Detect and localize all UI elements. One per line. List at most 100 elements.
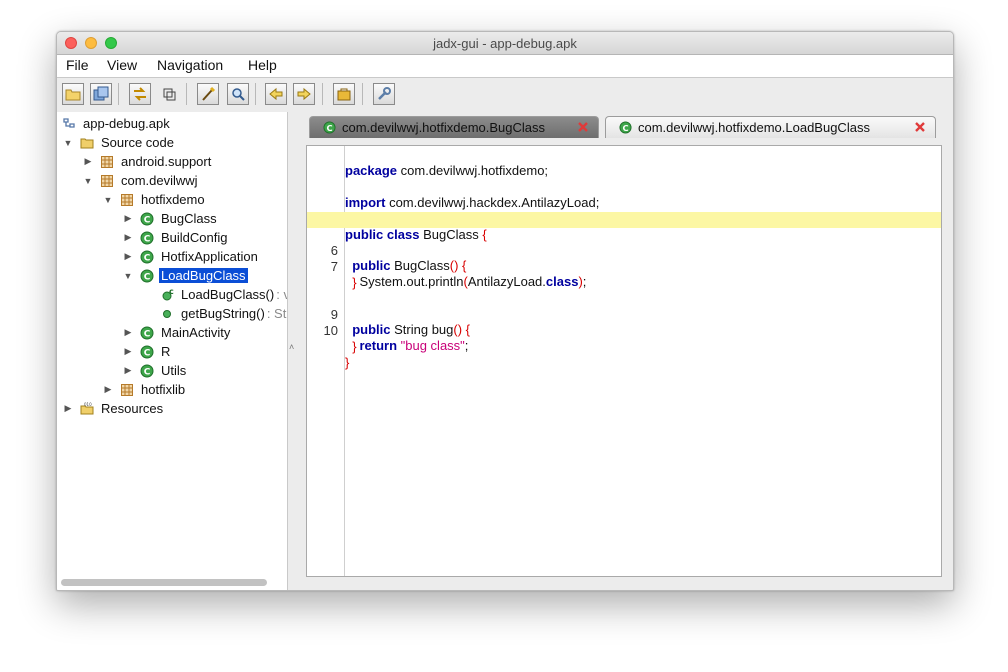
tree-root-apk[interactable]: app-debug.apk [62, 114, 172, 133]
flatten-packages-button[interactable] [158, 83, 180, 105]
tree-item-hotfixlib[interactable]: ▶ hotfixlib [102, 380, 187, 399]
divider-arrow-icon[interactable]: ˄ [289, 342, 294, 352]
close-tab-icon[interactable] [913, 120, 927, 134]
svg-text:C: C [144, 215, 151, 225]
open-file-button[interactable] [62, 83, 84, 105]
code-line: } [345, 355, 350, 370]
package-icon [120, 383, 134, 397]
class-icon: C [140, 269, 154, 283]
tree-label: MainActivity [161, 325, 231, 340]
toolbar [57, 78, 953, 110]
flatten-packages-icon [163, 88, 176, 101]
tree-label: hotfixdemo [141, 192, 205, 207]
tree-item-getbugstring[interactable]: getBugString() : Str [160, 304, 287, 323]
title-bar: jadx-gui - app-debug.apk [57, 32, 953, 55]
tree-item-bugclass[interactable]: ▶ C BugClass [122, 209, 219, 228]
tree-item-constructor[interactable]: c LoadBugClass() : v [160, 285, 287, 304]
resources-folder-icon: 010 [80, 402, 94, 416]
tree-item-mainactivity[interactable]: ▶ C MainActivity [122, 323, 232, 342]
expanded-arrow-icon[interactable]: ▼ [62, 137, 74, 149]
class-search-icon [232, 88, 245, 101]
tree-item-android-support[interactable]: ▶ android.support [82, 152, 213, 171]
editor-area: C com.devilwwj.hotfixdemo.BugClass C com… [306, 116, 942, 578]
tree-label-suffix: : v [276, 287, 287, 302]
package-icon [100, 174, 114, 188]
sync-tree-icon [134, 87, 146, 101]
svg-text:C: C [622, 123, 628, 133]
tree-label: HotfixApplication [161, 249, 258, 264]
tree-item-buildconfig[interactable]: ▶ C BuildConfig [122, 228, 230, 247]
tree-item-source-code[interactable]: ▼ Source code [62, 133, 176, 152]
tree-item-r[interactable]: ▶ C R [122, 342, 172, 361]
log-viewer-icon [337, 88, 351, 101]
collapsed-arrow-icon[interactable]: ▶ [82, 156, 94, 168]
collapsed-arrow-icon[interactable]: ▶ [122, 365, 134, 377]
class-search-button[interactable] [227, 83, 249, 105]
svg-text:C: C [144, 253, 151, 263]
class-icon: C [140, 231, 154, 245]
save-all-button[interactable] [90, 83, 112, 105]
tree-label: BuildConfig [161, 230, 228, 245]
constructor-icon: c [160, 288, 174, 302]
code-line: } [352, 339, 357, 354]
tree-label-suffix: : Str [266, 306, 287, 321]
code-line: import com.devilwwj.hackdex.AntilazyLoad… [345, 195, 600, 210]
save-all-icon [93, 86, 109, 101]
collapsed-arrow-icon[interactable]: ▶ [122, 213, 134, 225]
tree-label: R [161, 344, 171, 359]
class-icon: C [140, 364, 154, 378]
tab-loadbugclass[interactable]: C com.devilwwj.hotfixdemo.LoadBugClass [605, 116, 936, 138]
menu-file[interactable]: File [66, 57, 89, 73]
collapsed-arrow-icon[interactable]: ▶ [102, 384, 114, 396]
svg-text:c: c [169, 288, 174, 296]
code-line: } [352, 275, 357, 290]
expanded-arrow-icon[interactable]: ▼ [102, 194, 114, 206]
preferences-button[interactable] [373, 83, 395, 105]
text-search-button[interactable] [197, 83, 219, 105]
tree-label-selected: LoadBugClass [159, 268, 248, 283]
svg-text:C: C [144, 272, 151, 282]
tab-bugclass[interactable]: C com.devilwwj.hotfixdemo.BugClass [309, 116, 599, 138]
log-viewer-button[interactable] [333, 83, 355, 105]
tree-label: hotfixlib [141, 382, 186, 397]
tree-item-hotfixdemo[interactable]: ▼ hotfixdemo [102, 190, 207, 209]
tree-item-hotfixapplication[interactable]: ▶ C HotfixApplication [122, 247, 260, 266]
tree-label: app-debug.apk [83, 116, 170, 131]
collapsed-arrow-icon[interactable]: ▶ [62, 403, 74, 415]
code-line: 6 public BugClass() { [307, 228, 941, 273]
collapsed-arrow-icon[interactable]: ▶ [122, 327, 134, 339]
tree-label: LoadBugClass() [181, 287, 275, 302]
sync-tree-button[interactable] [129, 83, 151, 105]
menu-navigation[interactable]: Navigation [157, 57, 223, 73]
code-view[interactable]: package com.devilwwj.hotfixdemo; import … [306, 145, 942, 577]
forward-button[interactable] [293, 83, 315, 105]
class-icon: C [618, 121, 632, 135]
menu-view[interactable]: View [107, 57, 137, 73]
app-window: jadx-gui - app-debug.apk File View Navig… [56, 31, 954, 591]
folder-open-icon [80, 136, 94, 150]
tree-item-utils[interactable]: ▶ C Utils [122, 361, 188, 380]
expanded-arrow-icon[interactable]: ▼ [82, 175, 94, 187]
tree-horizontal-scrollbar[interactable] [61, 579, 267, 586]
tree-label: Resources [101, 401, 164, 416]
svg-text:C: C [144, 367, 151, 377]
tree-item-resources[interactable]: ▶ 010 Resources [62, 399, 165, 418]
collapsed-arrow-icon[interactable]: ▶ [122, 346, 134, 358]
menu-bar: File View Navigation Help [57, 55, 953, 78]
back-button[interactable] [265, 83, 287, 105]
code-line: 10 return "bug class"; [307, 308, 941, 353]
forward-icon [297, 87, 311, 101]
collapsed-arrow-icon[interactable]: ▶ [122, 232, 134, 244]
svg-text:C: C [326, 123, 332, 133]
tree-item-loadbugclass[interactable]: ▼ C LoadBugClass [122, 266, 248, 285]
menu-help[interactable]: Help [248, 57, 277, 73]
expanded-arrow-icon[interactable]: ▼ [122, 270, 134, 282]
collapsed-arrow-icon[interactable]: ▶ [122, 251, 134, 263]
code-line-highlighted: public class BugClass { [307, 212, 941, 242]
tree-label: Source code [101, 135, 174, 150]
svg-text:010: 010 [84, 402, 92, 407]
tree-label: Utils [161, 363, 187, 378]
code-line: 7 System.out.println(AntilazyLoad.class)… [307, 244, 941, 289]
close-tab-icon[interactable] [576, 120, 590, 134]
tree-item-com-devilwwj[interactable]: ▼ com.devilwwj [82, 171, 200, 190]
